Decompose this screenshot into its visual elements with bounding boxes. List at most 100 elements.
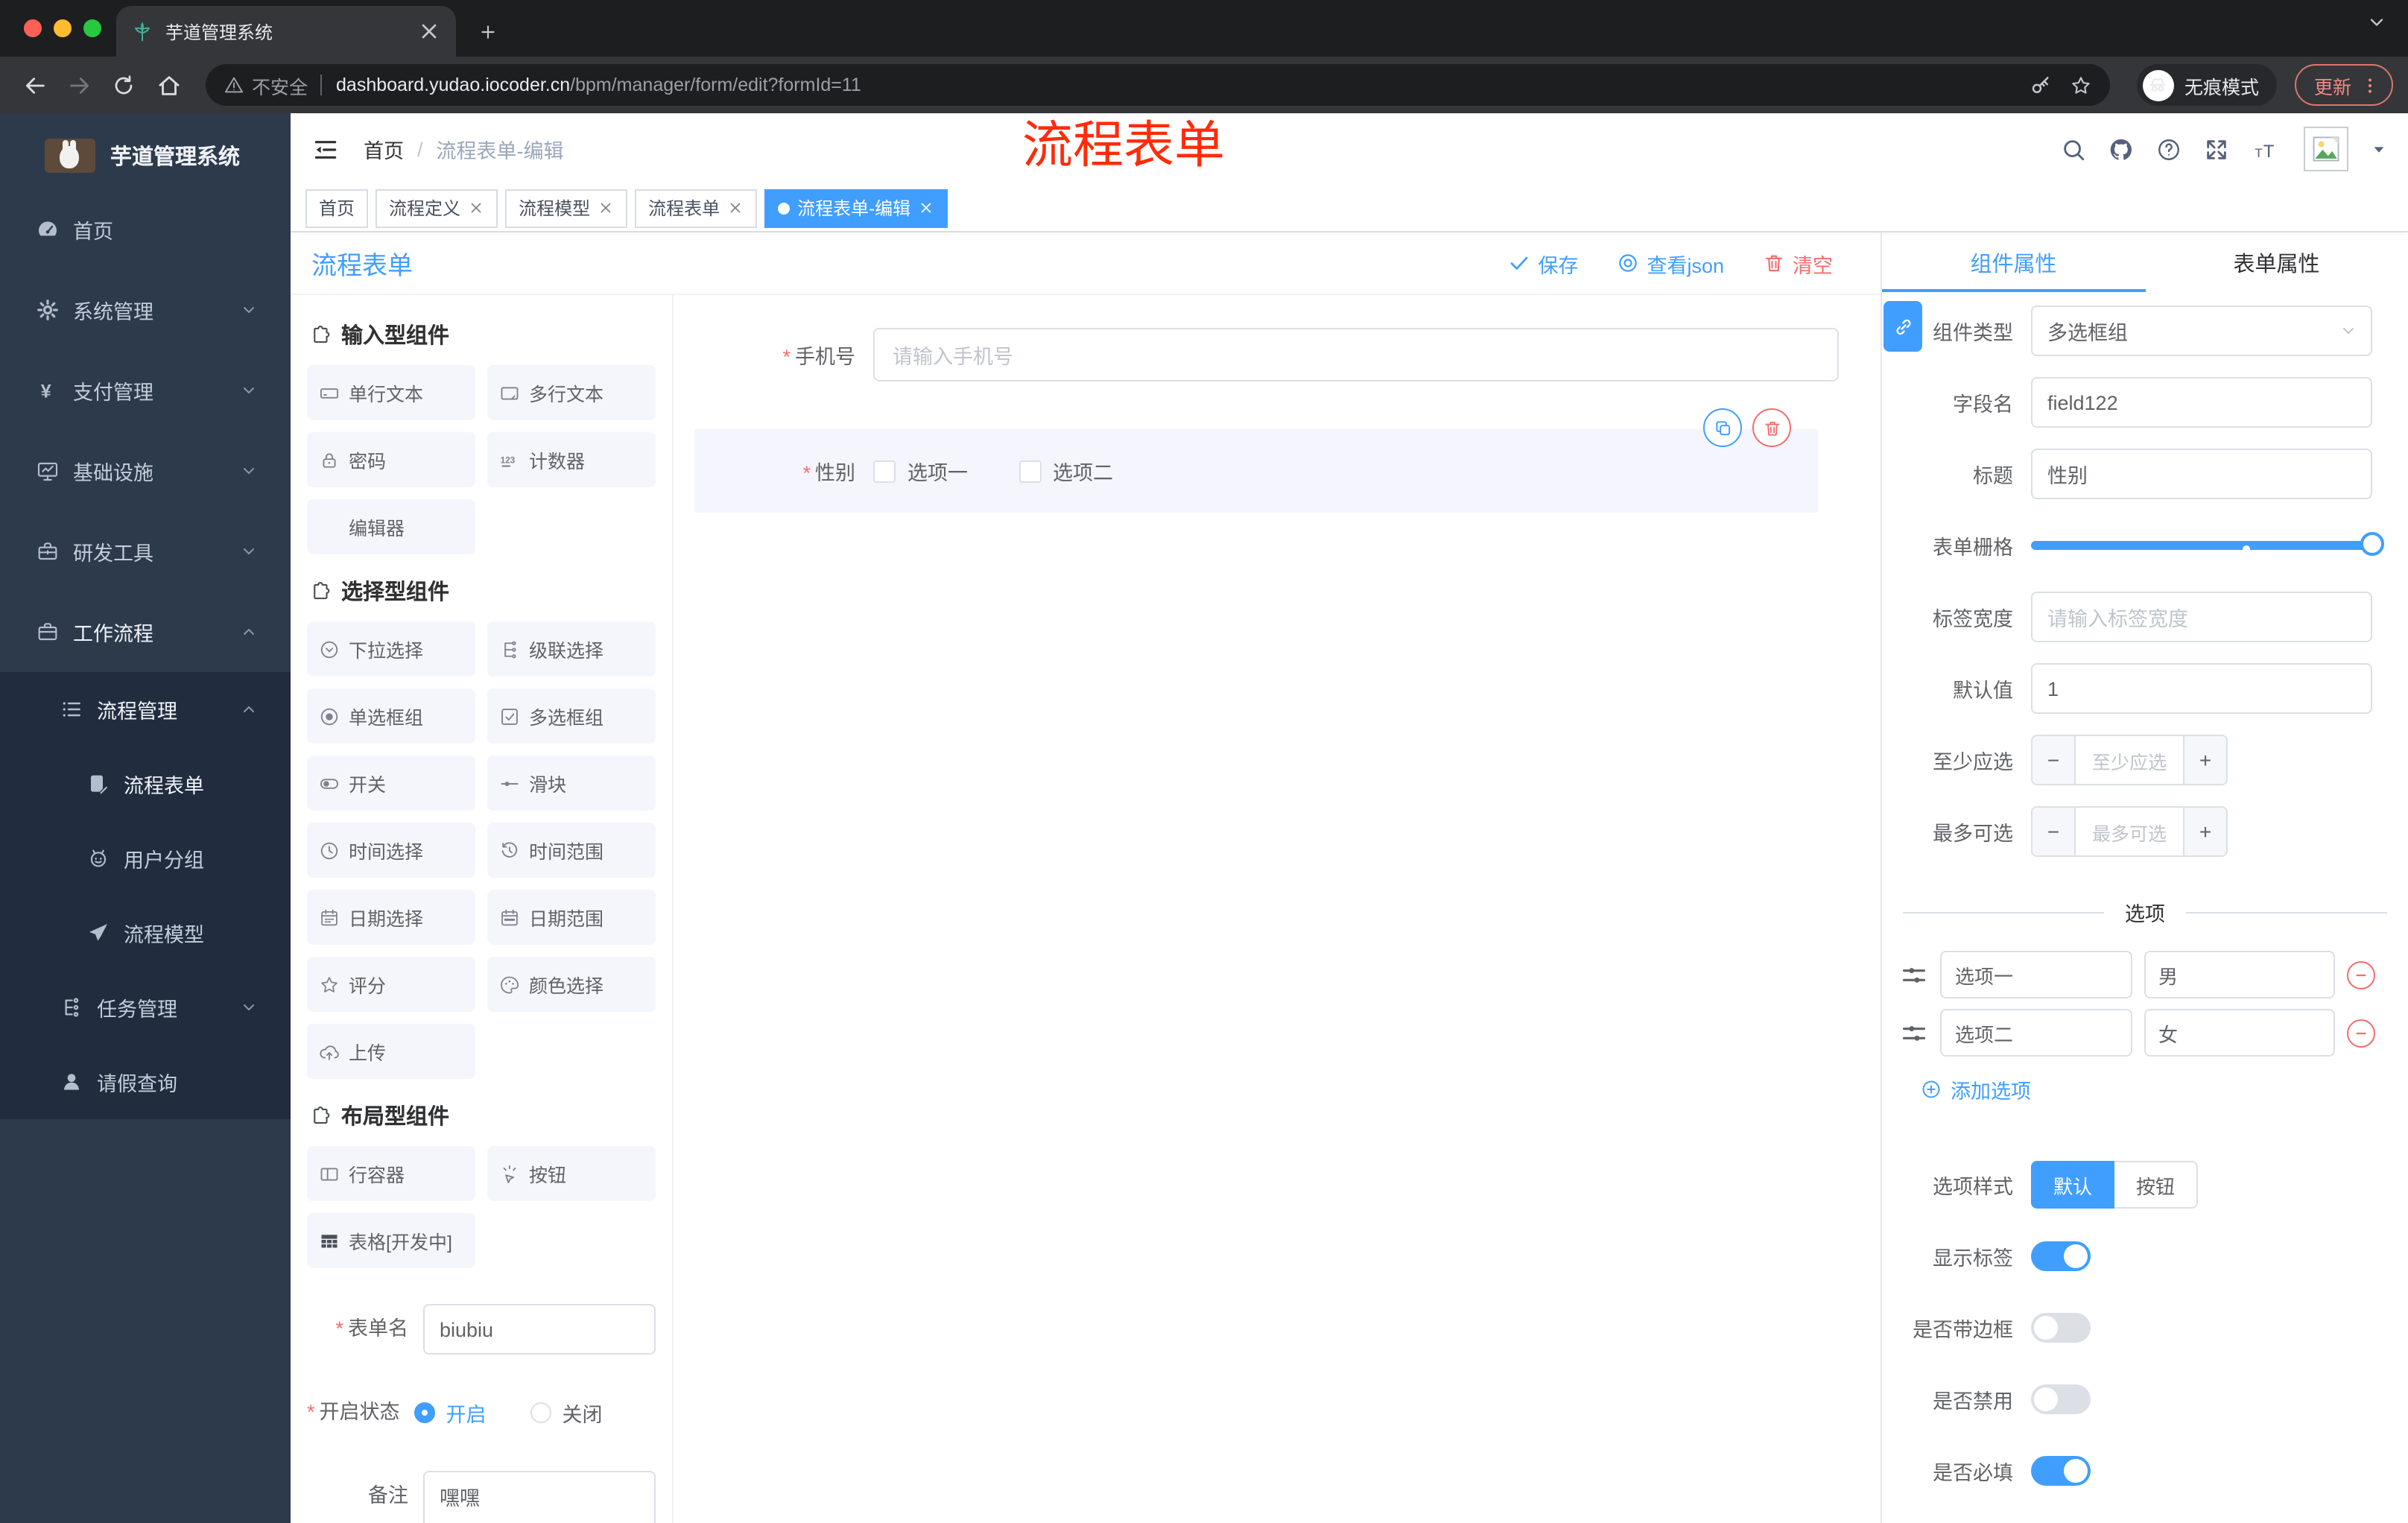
sidebar-fold-icon[interactable] bbox=[311, 135, 340, 163]
palette-item-编辑器[interactable]: 编辑器 bbox=[307, 499, 475, 554]
browser-menu-icon[interactable] bbox=[2360, 75, 2380, 95]
sidebar-item-任务管理[interactable]: 任务管理 bbox=[0, 970, 291, 1045]
field-name-input[interactable]: field122 bbox=[2031, 377, 2372, 428]
tab-close-icon[interactable] bbox=[598, 200, 614, 216]
palette-item-按钮[interactable]: 按钮 bbox=[487, 1146, 656, 1201]
palette-item-颜色选择[interactable]: 颜色选择 bbox=[487, 957, 656, 1012]
gender-checkbox-选项一[interactable]: 选项一 bbox=[873, 456, 968, 486]
clear-button[interactable]: 清空 bbox=[1763, 248, 1833, 278]
window-close-button[interactable] bbox=[24, 19, 42, 37]
palette-item-下拉选择[interactable]: 下拉选择 bbox=[307, 621, 475, 677]
sidebar-logo[interactable]: 芋道管理系统 bbox=[0, 113, 291, 179]
show-label-switch[interactable] bbox=[2031, 1241, 2091, 1271]
avatar[interactable] bbox=[2304, 127, 2348, 171]
palette-item-多行文本[interactable]: 多行文本 bbox=[487, 365, 656, 420]
tab-close-icon[interactable] bbox=[468, 200, 484, 216]
disabled-switch[interactable] bbox=[2031, 1384, 2091, 1414]
palette-item-级联选择[interactable]: 级联选择 bbox=[487, 621, 656, 677]
url-text[interactable]: dashboard.yudao.iocoder.cn/bpm/manager/f… bbox=[336, 75, 2012, 95]
avatar-caret-icon[interactable] bbox=[2371, 141, 2387, 157]
password-key-icon[interactable] bbox=[2030, 74, 2052, 96]
tab-form-props[interactable]: 表单属性 bbox=[2145, 232, 2408, 292]
option-style-button-button[interactable]: 按钮 bbox=[2114, 1161, 2198, 1209]
tags-view-tab-流程定义[interactable]: 流程定义 bbox=[376, 189, 498, 227]
status-radio-on[interactable]: 开启 bbox=[414, 1398, 487, 1428]
tags-view-tab-首页[interactable]: 首页 bbox=[305, 189, 369, 227]
tags-view-tab-流程模型[interactable]: 流程模型 bbox=[505, 189, 628, 227]
status-radio-off[interactable]: 关闭 bbox=[530, 1398, 603, 1428]
view-json-button[interactable]: 查看json bbox=[1617, 248, 1724, 278]
slider-handle[interactable] bbox=[2360, 532, 2384, 556]
gender-checkbox-选项二[interactable]: 选项二 bbox=[1018, 456, 1113, 486]
option-value-input[interactable]: 男 bbox=[2144, 951, 2335, 998]
required-switch[interactable] bbox=[2031, 1456, 2091, 1486]
add-option-button[interactable]: 添加选项 bbox=[1921, 1074, 2408, 1104]
sidebar-item-系统管理[interactable]: 系统管理 bbox=[0, 270, 291, 350]
tab-close-icon[interactable] bbox=[918, 200, 934, 216]
option-value-input[interactable]: 女 bbox=[2144, 1009, 2335, 1057]
palette-item-上传[interactable]: 上传 bbox=[307, 1024, 475, 1079]
label-width-input[interactable]: 请输入标签宽度 bbox=[2031, 592, 2372, 642]
new-tab-button[interactable] bbox=[468, 12, 507, 51]
drag-handle-icon[interactable] bbox=[1900, 960, 1928, 989]
phone-input[interactable]: 请输入手机号 bbox=[873, 328, 1839, 381]
home-button[interactable] bbox=[149, 66, 188, 104]
form-grid-slider[interactable] bbox=[2031, 520, 2384, 571]
default-value-input[interactable]: 1 bbox=[2031, 663, 2372, 714]
tab-search-caret-icon[interactable] bbox=[2366, 12, 2387, 33]
palette-item-计数器[interactable]: 123 计数器 bbox=[487, 432, 656, 487]
delete-widget-button[interactable] bbox=[1752, 408, 1791, 447]
canvas-field-gender-selected[interactable]: 性别 选项一 选项二 bbox=[694, 408, 1818, 513]
palette-item-密码[interactable]: 密码 bbox=[307, 432, 475, 487]
sidebar-item-流程表单[interactable]: 流程表单 bbox=[0, 747, 291, 821]
sidebar-item-流程管理[interactable]: 流程管理 bbox=[0, 672, 291, 747]
checkbox-box[interactable] bbox=[873, 460, 896, 482]
tab-close-icon[interactable] bbox=[417, 19, 441, 43]
tags-view-tab-流程表单[interactable]: 流程表单 bbox=[635, 189, 758, 227]
stepper-plus-button[interactable]: + bbox=[2183, 736, 2226, 784]
browser-tab[interactable]: 芋道管理系统 bbox=[116, 6, 456, 57]
option-label-input[interactable]: 选项一 bbox=[1940, 951, 2132, 998]
bookmark-star-icon[interactable] bbox=[2070, 74, 2092, 96]
tab-close-icon[interactable] bbox=[727, 200, 744, 216]
form-canvas[interactable]: 手机号 请输入手机号 性别 选项一 选项二 bbox=[674, 295, 1881, 1523]
palette-item-单选框组[interactable]: 单选框组 bbox=[307, 688, 475, 744]
forward-button[interactable] bbox=[60, 66, 98, 104]
search-icon[interactable] bbox=[2061, 136, 2086, 162]
component-type-select[interactable]: 多选框组 bbox=[2031, 305, 2372, 356]
security-label[interactable]: 不安全 bbox=[252, 71, 308, 99]
breadcrumb-home[interactable]: 首页 bbox=[364, 134, 404, 164]
palette-item-表格[开发中][interactable]: 表格[开发中] bbox=[307, 1213, 475, 1268]
update-browser-button[interactable]: 更新 bbox=[2294, 64, 2393, 106]
palette-item-开关[interactable]: 开关 bbox=[307, 756, 475, 811]
stepper-plus-button[interactable]: + bbox=[2183, 808, 2226, 855]
palette-item-时间选择[interactable]: 时间选择 bbox=[307, 823, 475, 878]
stepper-minus-button[interactable]: − bbox=[2032, 808, 2076, 855]
save-button[interactable]: 保存 bbox=[1508, 248, 1578, 278]
fullscreen-icon[interactable] bbox=[2204, 136, 2229, 162]
sidebar-item-首页[interactable]: 首页 bbox=[0, 189, 291, 270]
min-select-value[interactable]: 至少应选 bbox=[2076, 736, 2183, 784]
title-input[interactable]: 性别 bbox=[2031, 449, 2372, 499]
remove-option-button[interactable] bbox=[2347, 1019, 2375, 1047]
remove-option-button[interactable] bbox=[2347, 960, 2375, 989]
palette-item-多选框组[interactable]: 多选框组 bbox=[487, 688, 656, 744]
palette-item-滑块[interactable]: 滑块 bbox=[487, 756, 656, 811]
palette-item-日期范围[interactable]: 日期范围 bbox=[487, 890, 656, 945]
remark-textarea[interactable]: 嘿嘿 bbox=[423, 1471, 656, 1523]
form-name-input[interactable]: biubiu bbox=[423, 1304, 656, 1355]
tags-view-tab-流程表单-编辑[interactable]: 流程表单-编辑 bbox=[764, 189, 948, 227]
canvas-field-phone[interactable]: 手机号 请输入手机号 bbox=[674, 328, 1839, 381]
sidebar-item-请假查询[interactable]: 请假查询 bbox=[0, 1045, 291, 1119]
palette-item-日期选择[interactable]: 日期选择 bbox=[307, 890, 475, 945]
github-icon[interactable] bbox=[2108, 136, 2134, 162]
font-size-icon[interactable]: TT bbox=[2252, 136, 2281, 162]
sidebar-item-流程模型[interactable]: 流程模型 bbox=[0, 896, 291, 970]
reload-button[interactable] bbox=[104, 66, 143, 104]
sidebar-item-基础设施[interactable]: 基础设施 bbox=[0, 431, 291, 511]
window-minimize-button[interactable] bbox=[54, 19, 72, 37]
sidebar-item-工作流程[interactable]: 工作流程 bbox=[0, 592, 291, 672]
checkbox-box[interactable] bbox=[1018, 460, 1041, 482]
max-select-value[interactable]: 最多可选 bbox=[2076, 808, 2183, 855]
stepper-minus-button[interactable]: − bbox=[2032, 736, 2076, 784]
